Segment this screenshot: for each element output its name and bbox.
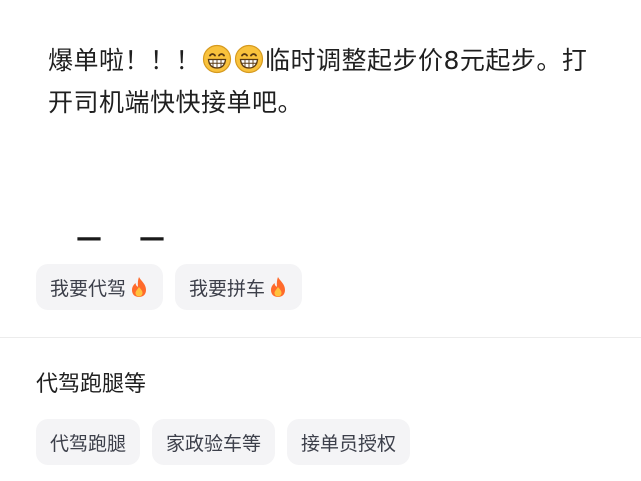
post-page: 爆单啦！！！ 临时调整起步价8元起步。打开司机端快快接单吧。 — — 我要代驾 我… (0, 0, 641, 481)
tag-label: 家政验车等 (166, 432, 262, 455)
post-content: 爆单啦！！！ 临时调整起步价8元起步。打开司机端快快接单吧。 (48, 40, 588, 124)
tag-label: 我要拼车 (189, 277, 266, 300)
tag-driver-service[interactable]: 我要代驾 (36, 264, 164, 310)
tag-housekeeping[interactable]: 家政验车等 (152, 419, 276, 465)
dash-separator: — — (76, 223, 180, 253)
grinning-face-icon (234, 44, 264, 74)
tag-carpool[interactable]: 我要拼车 (175, 264, 303, 310)
tag-errand[interactable]: 代驾跑腿 (36, 419, 141, 465)
section-title: 代驾跑腿等 (36, 372, 147, 397)
fire-icon (268, 276, 288, 298)
grinning-face-icon (202, 44, 232, 74)
topic-tags-top: 我要代驾 我要拼车 (36, 264, 303, 310)
tag-label: 我要代驾 (50, 277, 127, 300)
topic-tags-bottom: 代驾跑腿 家政验车等 接单员授权 (36, 419, 411, 465)
tag-label: 代驾跑腿 (50, 432, 127, 455)
tag-authorization[interactable]: 接单员授权 (287, 419, 411, 465)
fire-icon (129, 276, 149, 298)
section-divider (0, 337, 641, 338)
post-text-part1: 爆单啦！！！ (48, 46, 202, 75)
tag-label: 接单员授权 (301, 432, 397, 455)
